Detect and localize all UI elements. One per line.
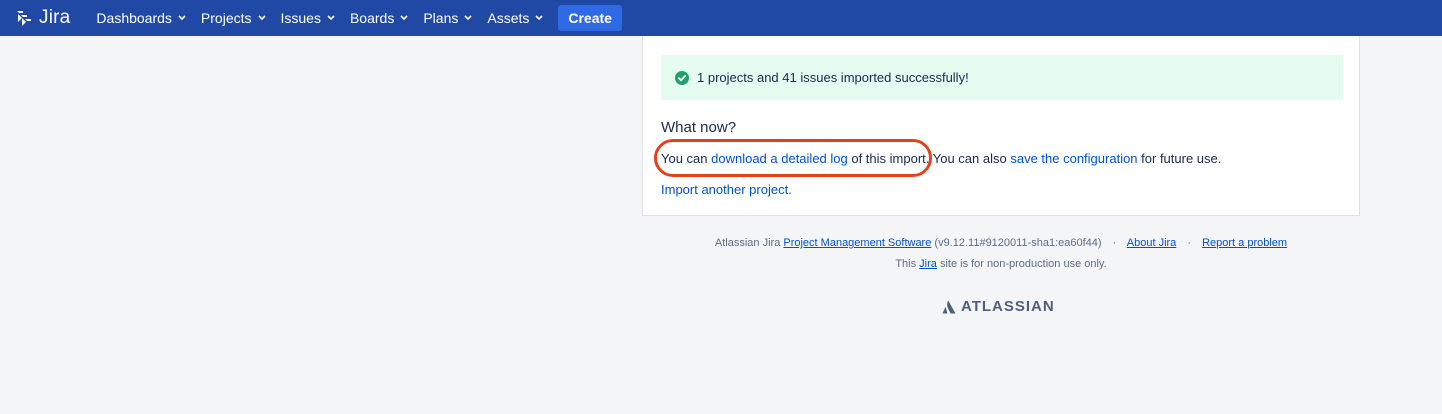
nav-label: Dashboards [96, 10, 172, 26]
jira-link[interactable]: Jira [919, 258, 937, 270]
import-another-row: Import another project. [661, 182, 792, 197]
top-navigation-bar: Jira Dashboards Projects Issues Boards P… [0, 0, 1442, 36]
check-circle-icon [675, 70, 689, 85]
text-prefix: You can [661, 151, 712, 166]
text-middle: of this import. You can also [847, 151, 1011, 166]
nav-projects[interactable]: Projects [201, 0, 266, 36]
save-configuration-link[interactable]: save the configuration [1010, 151, 1137, 166]
nav-plans[interactable]: Plans [423, 0, 472, 36]
import-another-project-link[interactable]: Import another project. [661, 182, 792, 197]
nav-label: Assets [487, 10, 530, 26]
success-message-box: 1 projects and 41 issues imported succes… [661, 55, 1343, 100]
nav-label: Projects [200, 10, 252, 26]
footer-separator: · [1112, 237, 1117, 249]
nav-boards[interactable]: Boards [350, 0, 408, 36]
footer-separator: · [1187, 237, 1192, 249]
chevron-down-icon [464, 15, 472, 21]
report-problem-link[interactable]: Report a problem [1202, 237, 1287, 249]
footer-row2-prefix: This [895, 258, 920, 270]
atlassian-logo-icon [942, 300, 956, 313]
what-now-heading: What now? [661, 119, 737, 136]
footer-prefix: Atlassian Jira [714, 237, 784, 249]
nav-label: Plans [423, 10, 459, 26]
page-footer: Atlassian Jira Project Management Softwa… [642, 237, 1360, 270]
footer-version: (v9.12.11#9120011-sha1:ea60f44) [931, 237, 1102, 249]
atlassian-logo[interactable]: ATLASSIAN [942, 298, 1055, 315]
atlassian-brand-text: ATLASSIAN [961, 298, 1055, 315]
jira-logo-icon [17, 11, 31, 26]
jira-logo[interactable]: Jira [14, 7, 70, 29]
text-suffix: for future use. [1137, 151, 1222, 166]
nav-dashboards[interactable]: Dashboards [96, 0, 186, 36]
next-steps-text: You can download a detailed log of this … [661, 151, 1221, 166]
chevron-down-icon [327, 15, 335, 21]
footer-row-1: Atlassian Jira Project Management Softwa… [642, 237, 1360, 249]
footer-row2-suffix: site is for non-production use only. [936, 258, 1107, 270]
nav-label: Boards [349, 10, 395, 26]
create-button[interactable]: Create [558, 5, 622, 31]
logo-text: Jira [39, 7, 71, 28]
download-log-link[interactable]: download a detailed log [711, 151, 848, 166]
nav-issues[interactable]: Issues [281, 0, 335, 36]
chevron-down-icon [535, 15, 543, 21]
import-result-panel: 1 projects and 41 issues imported succes… [642, 36, 1360, 216]
chevron-down-icon [400, 15, 408, 21]
chevron-down-icon [257, 15, 266, 21]
project-management-software-link[interactable]: Project Management Software [783, 237, 931, 249]
chevron-down-icon [178, 15, 186, 21]
footer-row-2: This Jira site is for non-production use… [642, 258, 1360, 270]
nav-assets[interactable]: Assets [487, 0, 543, 36]
success-message: 1 projects and 41 issues imported succes… [697, 70, 969, 85]
about-jira-link[interactable]: About Jira [1127, 237, 1177, 249]
nav-label: Issues [280, 10, 321, 26]
